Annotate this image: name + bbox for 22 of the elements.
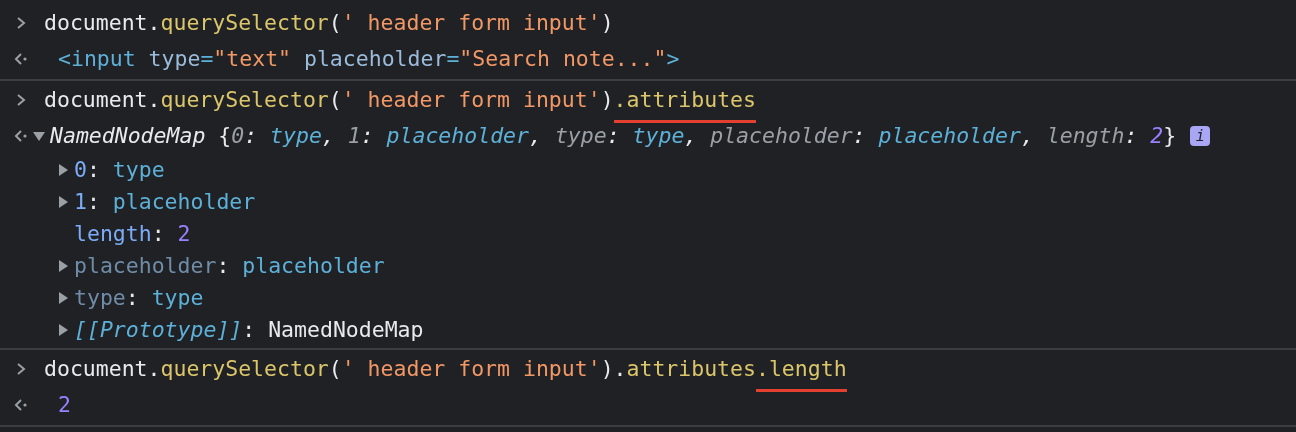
object-property: 1: placeholder — [74, 189, 256, 215]
object-property: type: type — [74, 285, 204, 311]
return-arrow-icon — [14, 398, 28, 412]
console-result: 2 — [58, 392, 71, 418]
collapsed-triangle-icon[interactable] — [56, 259, 70, 273]
collapsed-triangle-icon[interactable] — [56, 163, 70, 177]
collapsed-triangle-icon[interactable] — [56, 195, 70, 209]
object-property: [[Prototype]]: NamedNodeMap — [74, 317, 424, 343]
collapsed-triangle-icon[interactable] — [56, 291, 70, 305]
info-badge[interactable]: i — [1190, 126, 1211, 146]
console-command: document.querySelector(' header form input') — [44, 9, 614, 37]
return-arrow-icon — [14, 129, 28, 143]
object-property: placeholder: placeholder — [74, 253, 385, 279]
object-property: 0: type — [74, 157, 165, 183]
console-command: document.querySelector(' header form input').attributes.length — [44, 355, 847, 394]
console-result: NamedNodeMap {0: type, 1: placeholder, type: type, placeholder: placeholder, length: 2} — [50, 123, 1177, 149]
return-arrow-icon — [14, 52, 28, 66]
console-command: document.querySelector(' header form input').attributes — [44, 86, 756, 125]
collapsed-triangle-icon[interactable] — [56, 323, 70, 337]
console-result: <input type="text" placeholder="Search note..."> — [58, 46, 680, 72]
object-property: length: 2 — [74, 221, 191, 247]
expanded-triangle-icon[interactable] — [32, 129, 46, 143]
